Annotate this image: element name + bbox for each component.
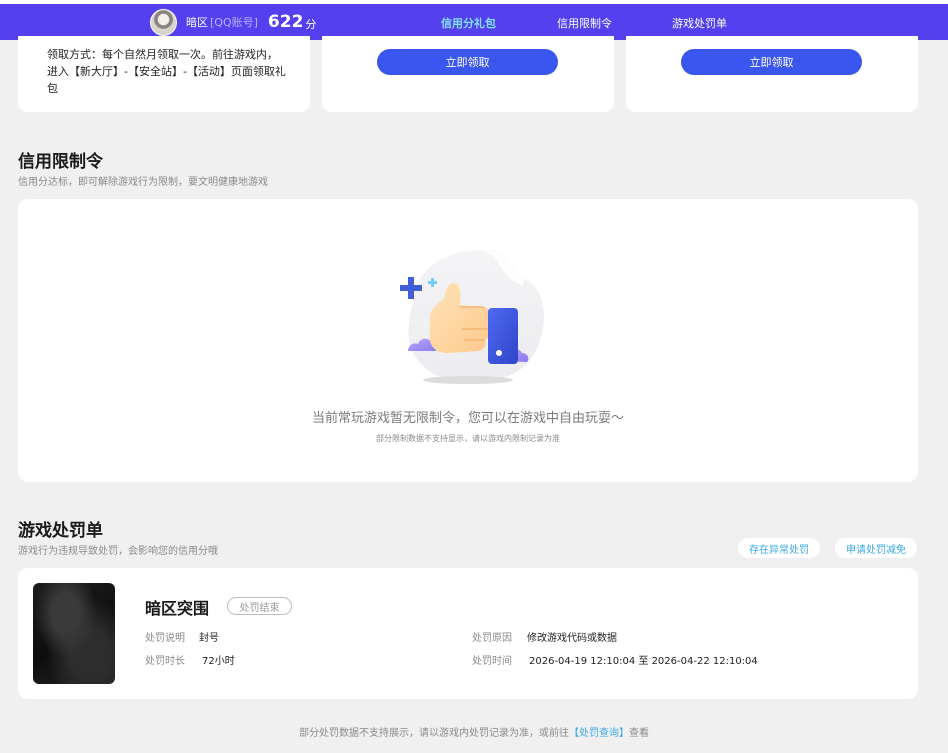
apply-penalty-reduction-button[interactable]: 申请处罚减免 [835, 538, 917, 558]
abnormal-penalty-button[interactable]: 存在异常处罚 [738, 538, 820, 558]
tab-credit-restriction[interactable]: 信用限制令 [557, 15, 612, 31]
tab-game-penalty[interactable]: 游戏处罚单 [672, 15, 727, 31]
penalty-time-value: 2026-04-19 12:10:04 至 2026-04-22 12:10:0… [529, 656, 758, 667]
claim-button-2[interactable]: 立即领取 [681, 49, 862, 75]
top-nav-bar: 暗区 [QQ账号] 622 分 信用分礼包 信用限制令 游戏处罚单 [0, 0, 948, 40]
penalty-record-card: 暗区突围 处罚结束 处罚说明 封号 处罚时长 72小时 处罚原因 修改游戏代码或… [18, 568, 918, 699]
thumbs-up-illustration-icon [400, 250, 545, 384]
restriction-section-title: 信用限制令 [18, 152, 103, 172]
claim-button-1[interactable]: 立即领取 [377, 49, 558, 75]
gift-card-2: 立即领取 [322, 36, 614, 112]
penalty-query-link[interactable]: 【处罚查询】 [569, 728, 629, 739]
gift-card-3: 立即领取 [626, 36, 918, 112]
penalty-reason-value: 修改游戏代码或数据 [527, 633, 617, 644]
restriction-section-subtitle: 信用分达标，即可解除游戏行为限制，要文明健康地游戏 [18, 177, 268, 188]
penalty-footer-note: 部分处罚数据不支持展示，请以游戏内处罚记录为准，或前往【处罚查询】查看 [0, 724, 948, 739]
penalty-section-title: 游戏处罚单 [18, 521, 103, 541]
penalty-time-label: 处罚时间 [472, 656, 512, 667]
tab-credit-gift[interactable]: 信用分礼包 [441, 15, 496, 31]
restriction-empty-card: 当前常玩游戏暂无限制令，您可以在游戏中自由玩耍～ 部分限制数据不支持显示，请以游… [18, 199, 918, 482]
penalty-status-badge: 处罚结束 [227, 597, 292, 615]
game-name: 暗区突围 [145, 599, 210, 618]
penalty-section-subtitle: 游戏行为违规导致处罚，会影响您的信用分哦 [18, 546, 218, 557]
footer-note-suffix: 查看 [629, 728, 649, 739]
penalty-desc-label: 处罚说明 [145, 633, 185, 644]
gift-card-1: 领取方式：每个自然月领取一次。前往游戏内，进入【新大厅】-【安全站】-【活动】页… [18, 36, 310, 112]
footer-note-prefix: 部分处罚数据不支持展示，请以游戏内处罚记录为准，或前往 [299, 728, 569, 739]
nav-tabs: 信用分礼包 信用限制令 游戏处罚单 [0, 4, 948, 40]
penalty-duration-value: 72小时 [202, 656, 235, 667]
penalty-duration-label: 处罚时长 [145, 656, 185, 667]
claim-method-text: 领取方式：每个自然月领取一次。前往游戏内，进入【新大厅】-【安全站】-【活动】页… [47, 48, 286, 95]
game-cover-image [33, 583, 115, 684]
restriction-empty-message: 当前常玩游戏暂无限制令，您可以在游戏中自由玩耍～ [311, 411, 624, 426]
penalty-reason-label: 处罚原因 [472, 633, 512, 644]
penalty-desc-value: 封号 [199, 633, 219, 644]
restriction-empty-note: 部分限制数据不支持显示，请以游戏内限制记录为准 [376, 434, 560, 443]
